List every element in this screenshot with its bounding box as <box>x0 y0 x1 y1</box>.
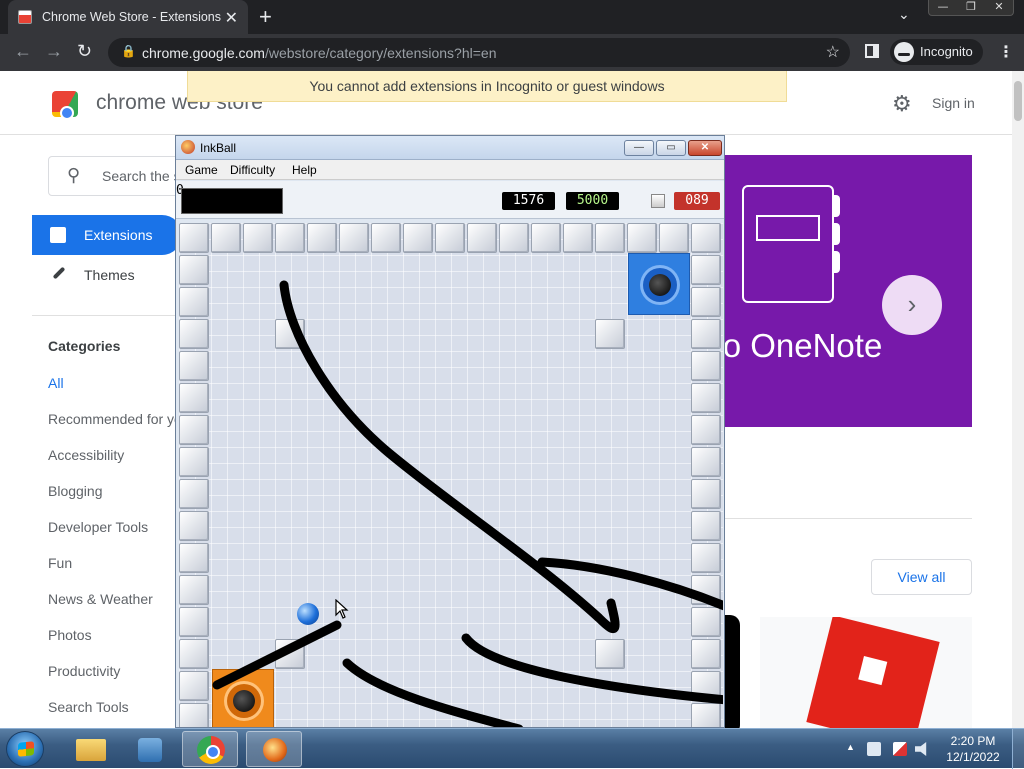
sidebar-item-label: Extensions <box>84 227 153 243</box>
menu-difficulty[interactable]: Difficulty <box>230 163 275 177</box>
category-developer-tools[interactable]: Developer Tools <box>48 519 178 535</box>
menu-help[interactable]: Help <box>292 163 317 177</box>
show-hidden-icons-chevron-icon[interactable]: ▲ <box>846 742 855 752</box>
promo-headline: o to OneNote <box>700 327 883 364</box>
ink-strokes <box>212 280 723 727</box>
store-search-input[interactable]: ⚲ Search the store <box>48 156 205 196</box>
incognito-profile-button[interactable]: Incognito <box>890 39 983 65</box>
category-productivity[interactable]: Productivity <box>48 663 178 679</box>
ink-stroke-4 <box>461 633 723 705</box>
scrollbar-thumb[interactable] <box>1014 81 1022 121</box>
sidebar-item-themes[interactable]: Themes <box>32 255 182 295</box>
address-bar[interactable]: 🔒 chrome.google.com/webstore/category/ex… <box>108 38 850 67</box>
view-all-button[interactable]: View all <box>871 559 972 595</box>
category-news-weather[interactable]: News & Weather <box>48 591 178 607</box>
game-board[interactable] <box>179 223 723 727</box>
reload-button[interactable]: ↻ <box>77 41 92 62</box>
bookmark-star-icon[interactable]: ☆ <box>826 42 840 62</box>
restore-button[interactable]: ❐ <box>957 0 985 15</box>
inkball-window: InkBall — ▭ ✕ Game Difficulty Help 1576 … <box>175 135 725 728</box>
inkball-minimize-button[interactable]: — <box>624 140 654 156</box>
tab-search-chevron-down-icon[interactable]: ⌄ <box>898 6 910 23</box>
sign-in-link[interactable]: Sign in <box>932 95 975 111</box>
new-tab-button[interactable]: + <box>259 4 272 30</box>
paintbrush-icon <box>52 266 66 280</box>
section-divider <box>700 518 972 519</box>
extension-card-roblox[interactable] <box>760 617 972 728</box>
forward-button[interactable]: → <box>45 41 63 62</box>
categories-heading: Categories <box>48 338 121 354</box>
high-score-display: 5000 <box>566 192 619 210</box>
lock-icon[interactable]: 🔒 <box>121 44 136 58</box>
incognito-warning-banner: You cannot add extensions in Incognito o… <box>187 71 787 102</box>
category-recommended[interactable]: Recommended for you <box>48 411 178 427</box>
ink-stroke-2 <box>212 620 342 690</box>
category-search-tools[interactable]: Search Tools <box>48 699 178 715</box>
clock-date[interactable]: 12/1/2022 <box>944 750 1002 764</box>
next-balls-queue <box>181 188 283 214</box>
start-button[interactable] <box>6 731 44 767</box>
category-accessibility[interactable]: Accessibility <box>48 447 178 463</box>
taskbar-explorer-folder-icon[interactable] <box>62 731 118 767</box>
ink-stroke-3 <box>537 557 723 611</box>
chrome-web-store-logo-icon[interactable] <box>52 91 78 120</box>
windows-taskbar: ▲ 2:20 PM 12/1/2022 <box>0 728 1024 769</box>
sidebar-item-extensions[interactable]: Extensions <box>32 215 182 255</box>
chrome-web-store-favicon-icon <box>18 10 32 24</box>
time-display: 089 <box>674 192 720 210</box>
inkball-menubar: Game Difficulty Help <box>176 160 724 180</box>
windows-logo-icon <box>18 741 34 757</box>
minimize-button[interactable]: — <box>929 0 957 15</box>
back-button[interactable]: ← <box>14 41 32 62</box>
incognito-label: Incognito <box>920 44 973 59</box>
category-photos[interactable]: Photos <box>48 627 178 643</box>
inkball-scoreboard: 1576 5000 0 089 <box>176 181 724 219</box>
ball-count-box-icon <box>651 194 665 208</box>
volume-icon[interactable] <box>915 742 927 756</box>
action-center-flag-icon[interactable] <box>893 742 907 756</box>
ink-stroke-1 <box>279 280 620 633</box>
inkball-close-button[interactable]: ✕ <box>688 140 722 156</box>
incognito-icon <box>894 42 914 62</box>
score-display: 1576 <box>502 192 555 210</box>
menu-game[interactable]: Game <box>185 163 218 177</box>
ink-stroke-5 <box>342 658 524 727</box>
category-all[interactable]: All <box>48 375 178 391</box>
network-icon[interactable] <box>867 742 881 756</box>
tab-chrome-web-store[interactable]: Chrome Web Store - Extensions ✕ <box>8 0 248 34</box>
featured-promo-banner[interactable]: o to OneNote ber › <box>700 155 972 427</box>
taskbar-inkball-icon[interactable] <box>246 731 302 767</box>
browser-menu-icon[interactable]: ⋮ <box>998 42 1014 61</box>
mouse-cursor-icon <box>335 599 349 619</box>
roblox-logo-icon <box>806 617 940 728</box>
search-icon: ⚲ <box>67 165 81 185</box>
inkball-titlebar[interactable]: InkBall — ▭ ✕ <box>176 136 724 160</box>
tab-title: Chrome Web Store - Extensions <box>42 10 222 24</box>
tab-close-icon[interactable]: ✕ <box>225 8 238 28</box>
side-panel-icon[interactable] <box>865 44 879 58</box>
sidebar-item-label: Themes <box>84 267 135 283</box>
category-blogging[interactable]: Blogging <box>48 483 178 499</box>
settings-gear-icon[interactable]: ⚙ <box>892 91 912 117</box>
puzzle-piece-icon <box>50 227 66 243</box>
onenote-notebook-icon <box>742 185 834 303</box>
inkball-maximize-button[interactable]: ▭ <box>656 140 686 156</box>
url-path: /webstore/category/extensions?hl=en <box>264 44 497 61</box>
inkball-title: InkBall <box>200 141 237 155</box>
browser-toolbar: ← → ↻ 🔒 chrome.google.com/webstore/categ… <box>0 34 1024 71</box>
carousel-next-chevron-right-icon[interactable]: › <box>882 275 942 335</box>
sidebar-divider <box>32 315 182 316</box>
inkball-app-icon <box>181 140 195 154</box>
clock-time[interactable]: 2:20 PM <box>944 734 1002 748</box>
show-desktop-button[interactable] <box>1012 729 1024 769</box>
category-fun[interactable]: Fun <box>48 555 178 571</box>
taskbar-chrome-icon[interactable] <box>182 731 238 767</box>
url-host: chrome.google.com <box>142 44 265 61</box>
close-window-button[interactable]: ✕ <box>985 0 1013 15</box>
page-scrollbar[interactable] <box>1012 71 1024 728</box>
taskbar-media-player-icon[interactable] <box>122 731 178 767</box>
tab-strip: Chrome Web Store - Extensions ✕ + ⌄ — ❐ … <box>0 0 1024 34</box>
window-controls: — ❐ ✕ <box>928 0 1014 16</box>
